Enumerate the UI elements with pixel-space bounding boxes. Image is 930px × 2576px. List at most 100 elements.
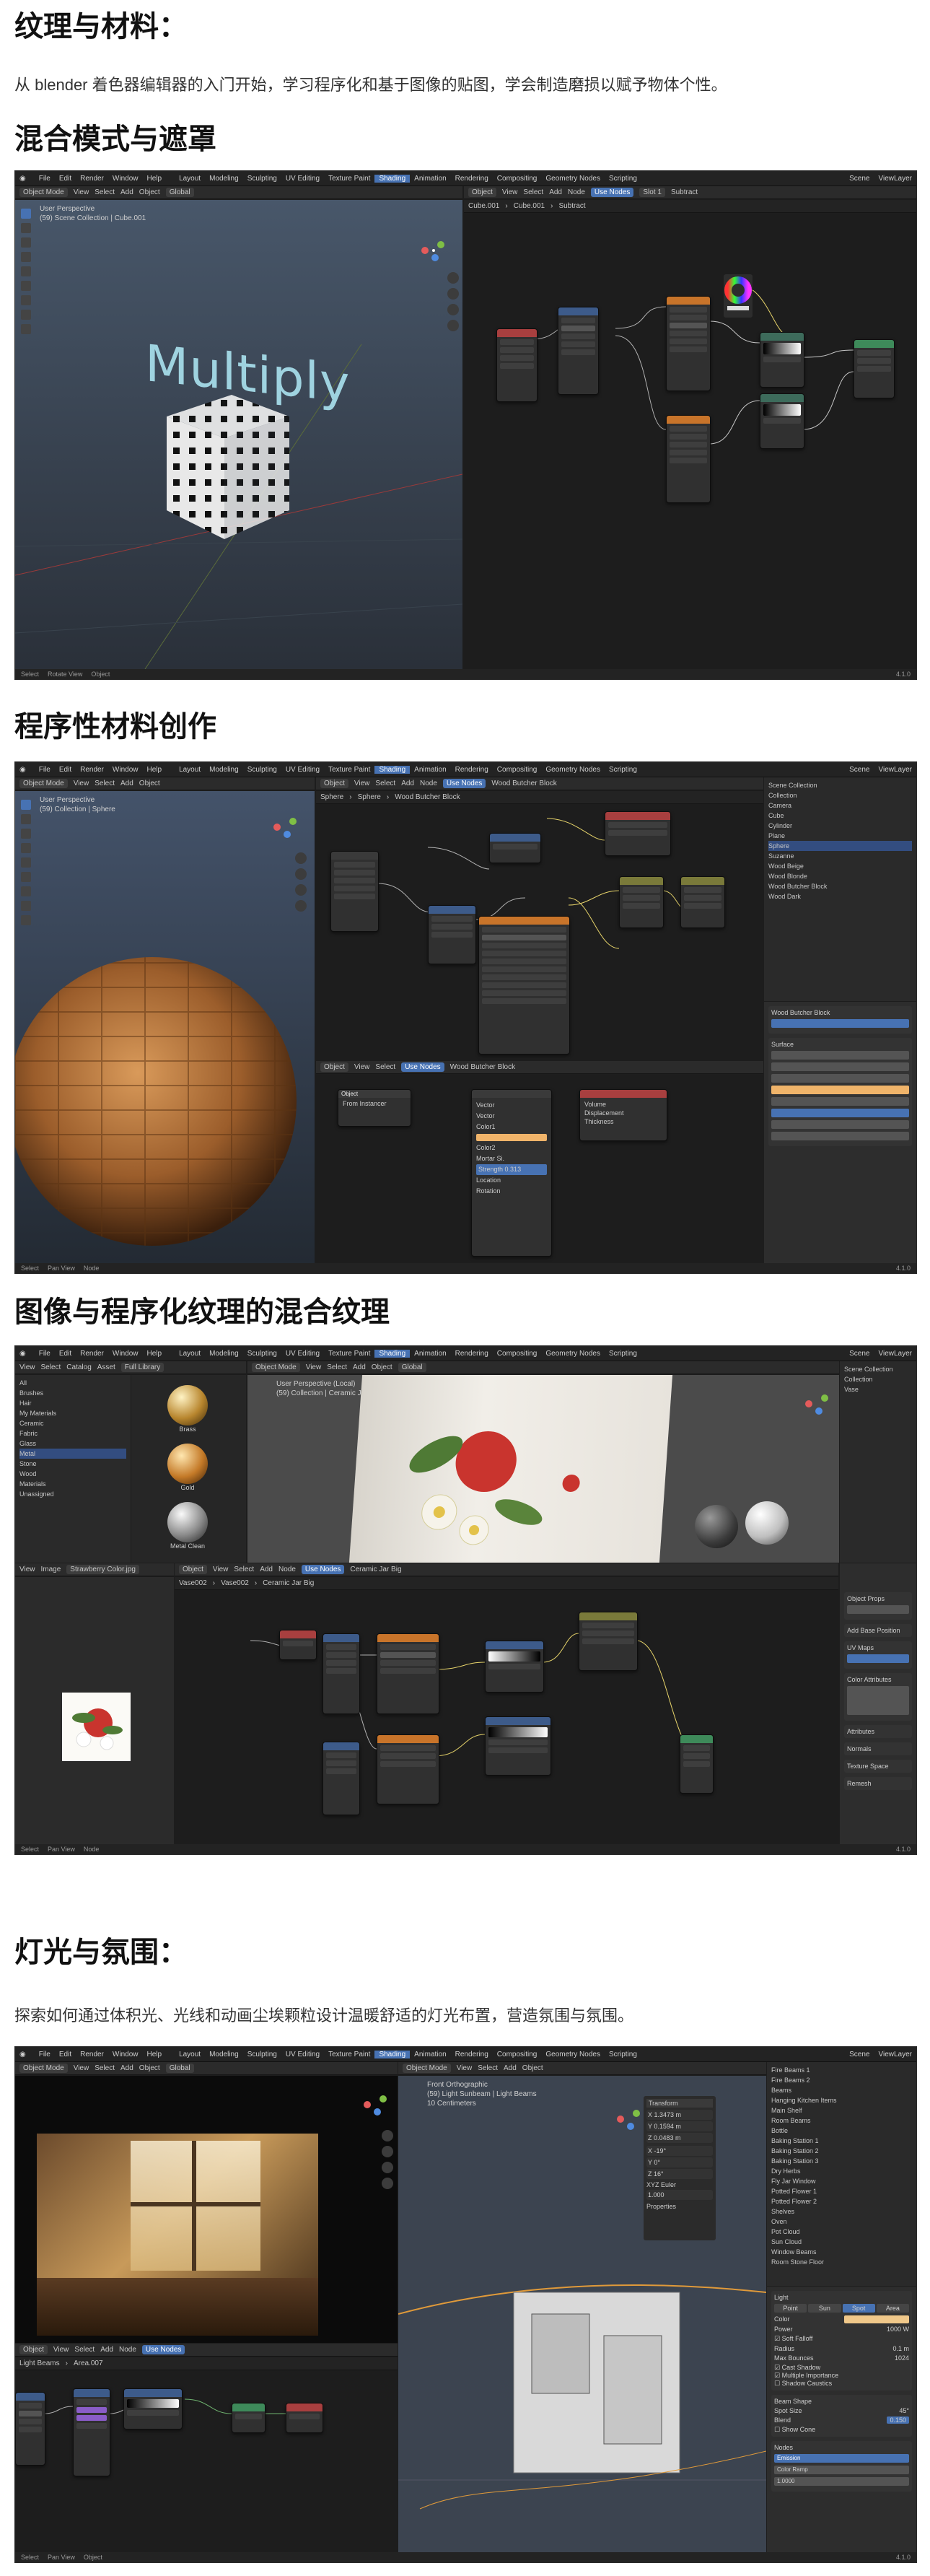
navigation-gizmo[interactable] [419,236,448,265]
menu-render[interactable]: Render [76,175,108,183]
ortho-viewport[interactable]: Front Orthographic (59) Light Sunbeam | L… [398,2076,766,2552]
use-nodes-toggle[interactable]: Use Nodes [301,1565,345,1574]
object-mode-dropdown[interactable]: Object Mode [19,188,68,197]
nodes-section[interactable]: Nodes [774,2444,909,2451]
add-menu[interactable]: Add [353,1363,366,1371]
object-menu[interactable]: Object [372,1363,392,1371]
layer-weight-node[interactable] [73,2388,110,2476]
mix-color-node[interactable] [760,393,804,449]
catalog-item[interactable]: Brushes [19,1388,126,1398]
workspace-tab-geometry-nodes[interactable]: Geometry Nodes [541,766,605,774]
node-node-menu[interactable]: Node [420,780,437,787]
ortho-object-mode-dropdown[interactable]: Object Mode [403,2064,451,2073]
image-name-field[interactable]: Strawberry Color.jpg [66,1565,139,1574]
workspace-tab-layout[interactable]: Layout [175,175,205,183]
menu-edit[interactable]: Edit [55,175,76,183]
outliner-item[interactable]: Window Beams [771,2247,912,2257]
view-layer-name[interactable]: ViewLayer [874,175,916,183]
material-name[interactable]: Wood Butcher Block [491,780,556,787]
light-type-tab-point[interactable]: Point [774,2304,807,2313]
color-ramp-node[interactable] [760,332,804,388]
light-color-swatch[interactable] [844,2315,909,2323]
workspace-tab-rendering[interactable]: Rendering [451,2051,493,2058]
asset-metal-clean[interactable]: Metal Clean [167,1502,208,1550]
outliner-item[interactable]: Collection [768,790,912,800]
node-select-menu[interactable]: Select [74,2346,95,2354]
workspace-tab-compositing[interactable]: Compositing [493,2051,542,2058]
ortho-view-menu[interactable]: View [457,2064,473,2072]
workspace-tab-scripting[interactable]: Scripting [605,175,641,183]
image-image-menu[interactable]: Image [41,1566,61,1573]
navigation-gizmo[interactable] [271,813,300,842]
brick-texture-node[interactable] [478,916,570,1055]
view-menu[interactable]: View [306,1363,322,1371]
transform-panel[interactable]: Transform X 1.3473 m Y 0.1594 m Z 0.0483… [644,2096,716,2240]
menu-help[interactable]: Help [142,1350,166,1358]
outliner-item[interactable]: Suzanne [768,851,912,861]
workspace-tabs[interactable]: Layout Modeling Sculpting UV Editing Texture… [170,2050,646,2058]
workspace-tab-sculpting[interactable]: Sculpting [243,175,281,183]
viewport-nav-buttons[interactable] [445,272,461,331]
tool-shelf[interactable] [18,795,34,925]
catalog-item[interactable]: Fabric [19,1428,126,1438]
mix-node[interactable] [579,1612,638,1671]
3d-viewport[interactable]: User Perspective (Local) (59) Collection … [247,1375,839,1563]
group-input-node[interactable] [330,851,379,932]
menu-help[interactable]: Help [142,175,166,183]
menu-window[interactable]: Window [108,766,143,774]
node-view-menu[interactable]: View [213,1566,229,1573]
color-picker-icon[interactable] [724,274,753,318]
asset-view-menu[interactable]: View [19,1363,35,1371]
image-texture-node[interactable] [377,1633,439,1714]
catalog-item[interactable]: Wood [19,1469,126,1479]
mapping-node-2[interactable] [323,1742,360,1815]
add-menu[interactable]: Add [120,780,133,787]
rotation-mode-dropdown[interactable]: XYZ Euler [646,2181,713,2188]
menu-bar[interactable]: File Edit Render Window Help [30,766,170,774]
mapping-node[interactable] [428,905,476,964]
workspace-tab-modeling[interactable]: Modeling [205,175,243,183]
render-viewport[interactable] [15,2076,398,2343]
menu-file[interactable]: File [35,175,55,183]
workspace-tab-geometry-nodes[interactable]: Geometry Nodes [541,175,605,183]
3d-viewport[interactable]: User Perspective (59) Scene Collection |… [15,200,462,669]
node-select-menu[interactable]: Select [234,1566,254,1573]
outliner-item[interactable]: Scene Collection [768,780,912,790]
workspace-tab-modeling[interactable]: Modeling [205,1350,243,1358]
color-ramp-node[interactable] [123,2388,183,2429]
outliner-item[interactable]: Cylinder [768,821,912,831]
workspace-tab-uv-editing[interactable]: UV Editing [281,766,324,774]
scene-name[interactable]: Scene [845,175,874,183]
outliner-item[interactable]: Wood Blonde [768,871,912,881]
light-type-tab-sun[interactable]: Sun [808,2304,841,2313]
material-name[interactable]: Ceramic Jar Big [350,1566,401,1573]
node-view-menu[interactable]: View [354,780,370,787]
menu-file[interactable]: File [35,2051,55,2058]
outliner-item[interactable]: Shelves [771,2206,912,2217]
menu-window[interactable]: Window [108,2051,143,2058]
ortho-add-menu[interactable]: Add [504,2064,517,2072]
asset-catalog-menu[interactable]: Catalog [66,1363,91,1371]
outliner-item[interactable]: Fire Beams 1 [771,2065,912,2075]
node-node-menu[interactable]: Node [119,2346,136,2354]
blender-logo-icon[interactable]: ◉ [15,1350,30,1358]
outliner-item[interactable]: Vase [844,1384,912,1394]
add-menu[interactable]: Add [120,2064,133,2072]
outliner-item[interactable]: Fly Jar Window [771,2176,912,2186]
node-select-menu[interactable]: Select [523,188,543,196]
workspace-tab-geometry-nodes[interactable]: Geometry Nodes [541,1350,605,1358]
asset-grid[interactable]: Brass Gold Metal Clean [131,1375,246,1563]
group-material-name[interactable]: Wood Butcher Block [450,1063,515,1071]
asset-brass[interactable]: Brass [167,1385,208,1433]
catalog-item[interactable]: Stone [19,1459,126,1469]
beam-shape-section[interactable]: Beam Shape [774,2398,909,2405]
workspace-tabs[interactable]: Layout Modeling Sculpting UV Editing Texture… [170,765,646,774]
group-editor-object-dropdown[interactable]: Object [320,1062,348,1072]
workspace-tab-texture-paint[interactable]: Texture Paint [324,766,374,774]
asset-select-menu[interactable]: Select [41,1363,61,1371]
catalog-item[interactable]: All [19,1378,126,1388]
workspace-tab-sculpting[interactable]: Sculpting [243,1350,281,1358]
outliner-item[interactable]: Wood Beige [768,861,912,871]
scene-name[interactable]: Scene [845,2051,874,2058]
navigation-gizmo[interactable] [803,1389,832,1418]
